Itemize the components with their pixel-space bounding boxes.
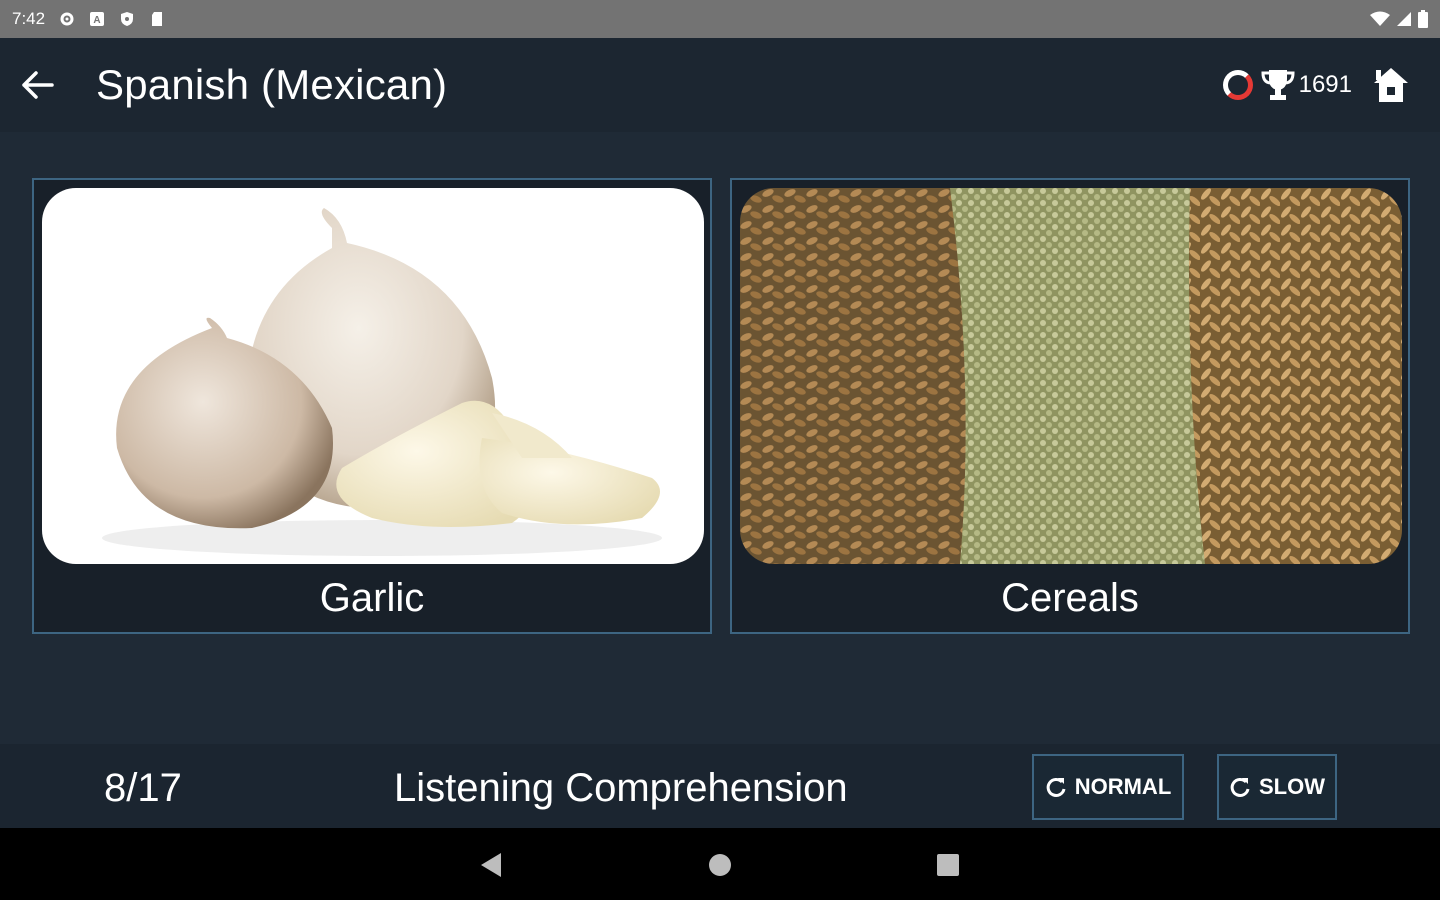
cereal-grains-photo <box>740 188 1402 564</box>
bottom-bar: 8/17 Listening Comprehension NORMAL SLOW <box>0 744 1440 828</box>
answer-card-cereals[interactable]: Cereals <box>730 178 1410 634</box>
shield-icon <box>121 12 134 26</box>
a-icon: A <box>90 12 105 26</box>
replay-icon <box>1230 777 1250 797</box>
answer-label-garlic: Garlic <box>319 576 425 620</box>
svg-text:A: A <box>93 15 100 26</box>
nav-back-button[interactable] <box>476 850 506 880</box>
replay-icon <box>1046 777 1066 797</box>
answer-label-cereals: Cereals <box>1001 576 1139 620</box>
status-time: 7:42 <box>12 9 46 28</box>
replay-slow-button[interactable]: SLOW <box>1217 754 1337 820</box>
replay-slow-label: SLOW <box>1259 774 1325 799</box>
replay-normal-label: NORMAL <box>1074 774 1172 799</box>
system-nav-bar <box>0 828 1440 900</box>
wifi-icon <box>1370 11 1390 26</box>
trophy-icon[interactable] <box>1259 66 1297 104</box>
app-bar: Spanish (Mexican) 1691 <box>0 38 1440 132</box>
back-button[interactable] <box>0 38 76 132</box>
nav-home-button[interactable] <box>705 850 735 880</box>
signal-icon <box>1397 12 1411 26</box>
settings-icon <box>60 12 74 26</box>
app-title: Spanish (Mexican) <box>96 61 448 108</box>
status-bar: 7:42 A <box>0 0 1440 38</box>
question-progress: 8/17 <box>104 766 182 810</box>
nav-recents-icon <box>937 854 959 876</box>
main-content: Garlic Cereals <box>0 132 1440 744</box>
home-button[interactable] <box>1370 64 1412 106</box>
progress-ring-icon[interactable] <box>1222 70 1253 100</box>
home-icon <box>1374 68 1408 102</box>
exercise-mode-label: Listening Comprehension <box>394 766 848 810</box>
back-arrow-icon <box>22 71 54 99</box>
score-count: 1691 <box>1298 71 1352 98</box>
nav-back-icon <box>481 853 501 877</box>
sd-card-icon <box>152 12 163 26</box>
nav-recents-button[interactable] <box>933 850 963 880</box>
nav-home-icon <box>709 854 731 876</box>
answer-card-garlic[interactable]: Garlic <box>32 178 712 634</box>
battery-icon <box>1418 10 1428 28</box>
garlic-photo <box>42 188 704 564</box>
replay-normal-button[interactable]: NORMAL <box>1032 754 1184 820</box>
